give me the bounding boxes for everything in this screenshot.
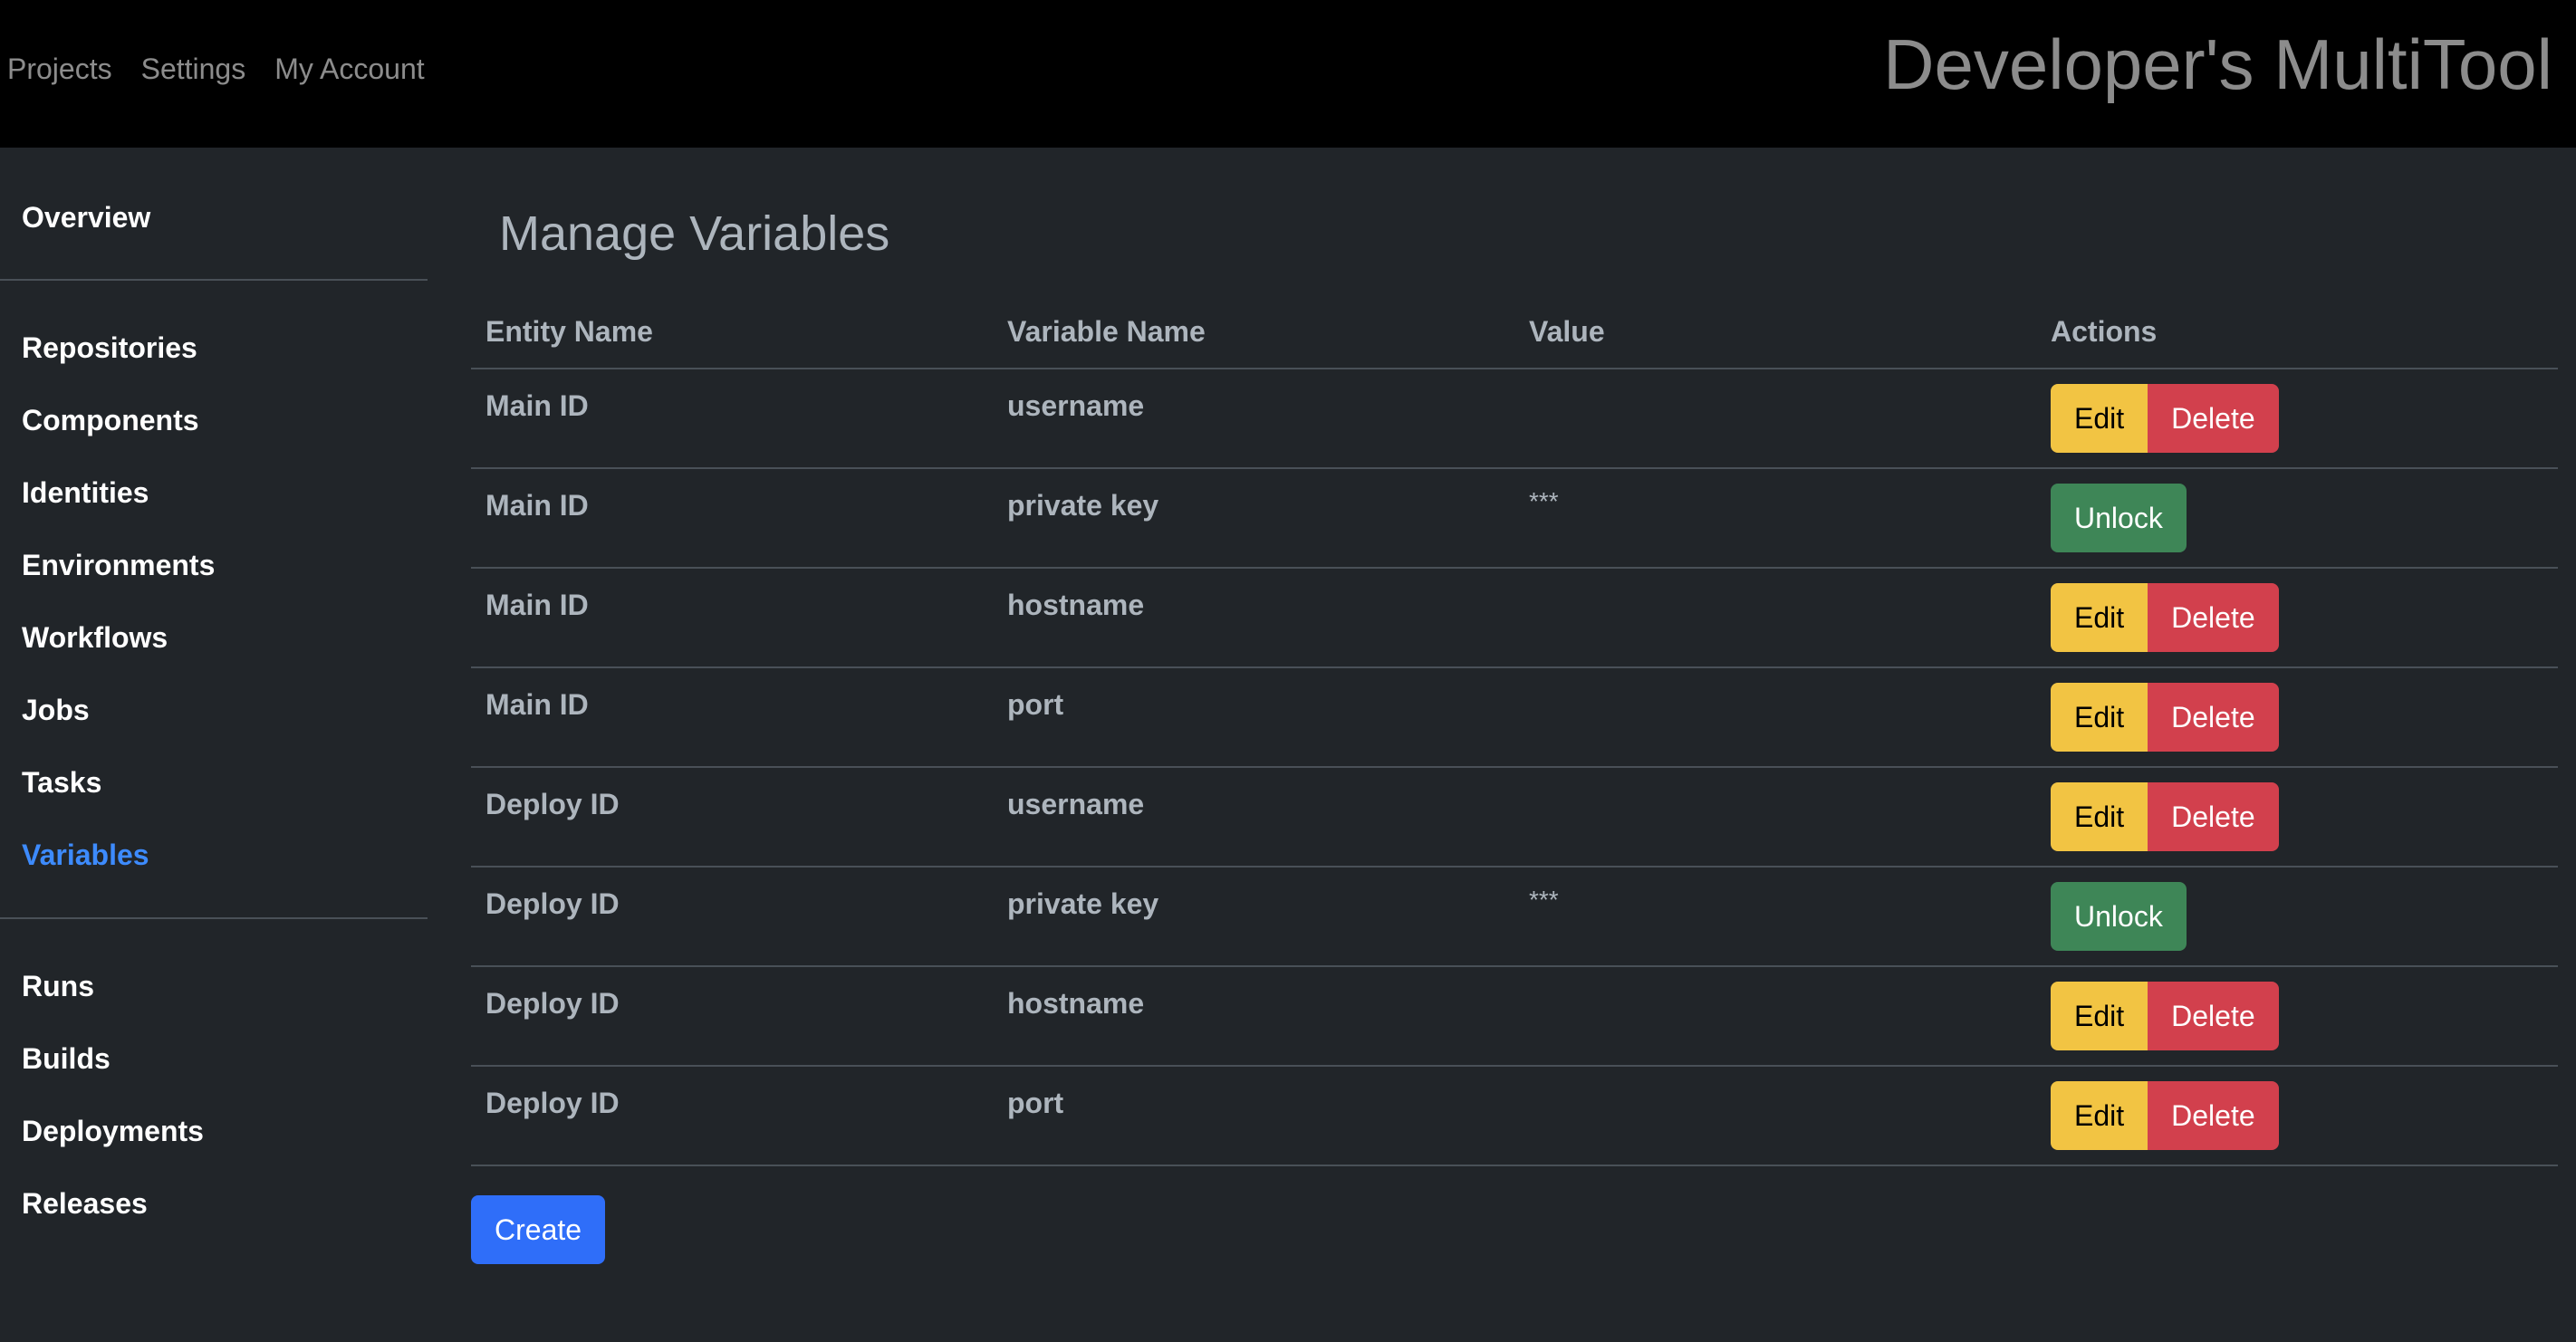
variable-name-cell: hostname — [1007, 987, 1145, 1020]
edit-button[interactable]: Edit — [2051, 583, 2148, 652]
row-actions: Edit Delete — [2051, 583, 2279, 652]
variable-name-cell: username — [1007, 389, 1145, 422]
sidebar-item-components[interactable]: Components — [22, 400, 199, 440]
delete-button[interactable]: Delete — [2148, 1081, 2279, 1150]
nav-link-projects[interactable]: Projects — [7, 47, 112, 91]
nav-link-my-account[interactable]: My Account — [274, 47, 424, 91]
table-header: Entity Name Variable Name Value Actions — [471, 297, 2558, 369]
delete-button[interactable]: Delete — [2148, 384, 2279, 453]
column-header-actions: Actions — [2051, 315, 2158, 348]
sidebar-item-builds[interactable]: Builds — [22, 1039, 111, 1078]
sidebar-item-deployments[interactable]: Deployments — [22, 1111, 204, 1151]
app-brand: Developer's MultiTool — [1883, 24, 2552, 104]
sidebar-item-variables[interactable]: Variables — [22, 835, 149, 875]
masked-value-cell: *** — [1529, 487, 1559, 515]
column-header-variable-name: Variable Name — [1007, 315, 1206, 348]
table-row: Deploy ID port Edit Delete — [471, 1067, 2558, 1166]
table-row: Main ID hostname Edit Delete — [471, 569, 2558, 668]
sidebar-item-overview[interactable]: Overview — [22, 197, 150, 237]
edit-button[interactable]: Edit — [2051, 782, 2148, 851]
masked-value-cell: *** — [1529, 886, 1559, 914]
entity-name-cell: Main ID — [485, 589, 589, 621]
variables-table: Entity Name Variable Name Value Actions … — [471, 297, 2558, 1166]
sidebar-item-environments[interactable]: Environments — [22, 545, 215, 585]
entity-name-cell: Main ID — [485, 389, 589, 422]
table-row: Deploy ID hostname Edit Delete — [471, 967, 2558, 1067]
row-actions: Unlock — [2051, 882, 2187, 951]
top-navbar: Projects Settings My Account Developer's… — [0, 0, 2576, 148]
sidebar-divider — [0, 917, 428, 919]
sidebar-item-workflows[interactable]: Workflows — [22, 618, 168, 657]
table-row: Deploy ID private key *** Unlock — [471, 868, 2558, 967]
sidebar-item-repositories[interactable]: Repositories — [22, 328, 197, 368]
table-row: Deploy ID username Edit Delete — [471, 768, 2558, 868]
table-row: Main ID port Edit Delete — [471, 668, 2558, 768]
variable-name-cell: private key — [1007, 489, 1159, 522]
row-actions: Unlock — [2051, 484, 2187, 552]
top-nav: Projects Settings My Account — [7, 47, 425, 91]
table-row: Main ID private key *** Unlock — [471, 469, 2558, 569]
delete-button[interactable]: Delete — [2148, 583, 2279, 652]
create-button[interactable]: Create — [471, 1195, 606, 1264]
row-actions: Edit Delete — [2051, 683, 2279, 752]
sidebar-item-runs[interactable]: Runs — [22, 966, 94, 1006]
entity-name-cell: Deploy ID — [485, 987, 620, 1020]
nav-link-settings[interactable]: Settings — [141, 47, 246, 91]
row-actions: Edit Delete — [2051, 782, 2279, 851]
entity-name-cell: Main ID — [485, 489, 589, 522]
column-header-value: Value — [1529, 315, 1605, 348]
sidebar-item-releases[interactable]: Releases — [22, 1184, 148, 1223]
page-title: Manage Variables — [499, 206, 890, 261]
unlock-button[interactable]: Unlock — [2051, 484, 2187, 552]
row-actions: Edit Delete — [2051, 982, 2279, 1050]
unlock-button[interactable]: Unlock — [2051, 882, 2187, 951]
entity-name-cell: Deploy ID — [485, 1087, 620, 1119]
entity-name-cell: Deploy ID — [485, 887, 620, 920]
variable-name-cell: port — [1007, 688, 1064, 721]
variable-name-cell: private key — [1007, 887, 1159, 920]
edit-button[interactable]: Edit — [2051, 982, 2148, 1050]
table-row: Main ID username Edit Delete — [471, 369, 2558, 469]
delete-button[interactable]: Delete — [2148, 683, 2279, 752]
row-actions: Edit Delete — [2051, 1081, 2279, 1150]
variable-name-cell: hostname — [1007, 589, 1145, 621]
edit-button[interactable]: Edit — [2051, 1081, 2148, 1150]
row-actions: Edit Delete — [2051, 384, 2279, 453]
delete-button[interactable]: Delete — [2148, 782, 2279, 851]
edit-button[interactable]: Edit — [2051, 683, 2148, 752]
sidebar-item-tasks[interactable]: Tasks — [22, 762, 101, 802]
column-header-entity-name: Entity Name — [485, 315, 653, 348]
sidebar-divider — [0, 279, 428, 281]
delete-button[interactable]: Delete — [2148, 982, 2279, 1050]
variable-name-cell: port — [1007, 1087, 1064, 1119]
edit-button[interactable]: Edit — [2051, 384, 2148, 453]
entity-name-cell: Deploy ID — [485, 788, 620, 820]
variable-name-cell: username — [1007, 788, 1145, 820]
sidebar-item-jobs[interactable]: Jobs — [22, 690, 90, 730]
sidebar-item-identities[interactable]: Identities — [22, 473, 149, 513]
sidebar: Overview Repositories Components Identit… — [0, 148, 428, 1342]
entity-name-cell: Main ID — [485, 688, 589, 721]
